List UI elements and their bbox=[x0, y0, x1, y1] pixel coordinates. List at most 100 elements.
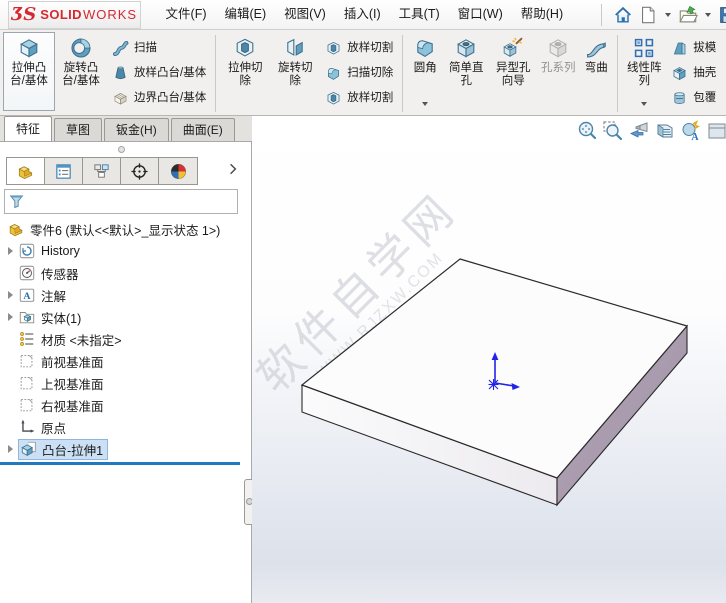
menu-bar: ƷS SOLID WORKS 文件(F) 编辑(E) 视图(V) 插入(I) 工… bbox=[0, 0, 726, 30]
menu-file[interactable]: 文件(F) bbox=[157, 0, 216, 29]
menu-help[interactable]: 帮助(H) bbox=[512, 0, 572, 29]
menu-tools[interactable]: 工具(T) bbox=[390, 0, 449, 29]
panel-tab-bar bbox=[6, 157, 198, 185]
graphics-viewport[interactable]: 软件自学网 WWW.RJZXW.COM bbox=[252, 116, 726, 603]
extruded-cut-button[interactable]: 拉伸切除 bbox=[220, 32, 270, 111]
lofted-cut-button[interactable]: 放样切割 bbox=[322, 36, 396, 60]
history-icon bbox=[18, 242, 36, 260]
home-button[interactable] bbox=[611, 3, 635, 27]
hole-wizard-icon bbox=[501, 36, 525, 60]
lofted-boss-icon bbox=[112, 65, 129, 82]
menu-insert[interactable]: 插入(I) bbox=[335, 0, 390, 29]
hole-series-label: 孔系列 bbox=[540, 62, 576, 74]
lofted-boss-button[interactable]: 放样凸台/基体 bbox=[109, 61, 209, 85]
expand-arrow-icon[interactable] bbox=[3, 445, 18, 453]
menu-window[interactable]: 窗口(W) bbox=[449, 0, 512, 29]
tab-surfaces[interactable]: 曲面(E) bbox=[170, 118, 235, 141]
tree-item-material[interactable]: 材质 <未指定> bbox=[0, 328, 249, 350]
panel-splitter-grip[interactable] bbox=[118, 146, 125, 153]
tree-item-label: 上视基准面 bbox=[41, 377, 104, 392]
tree-root-label: 零件6 (默认<<默认>_显示状态 1>) bbox=[30, 223, 221, 238]
expand-arrow-icon[interactable] bbox=[3, 291, 18, 299]
tree-item-front-plane[interactable]: 前视基准面 bbox=[0, 350, 249, 372]
swept-boss-label: 扫描 bbox=[134, 41, 157, 54]
fillet-label: 圆角 bbox=[413, 62, 437, 74]
tree-filter-input[interactable] bbox=[25, 191, 237, 212]
fillet-dropdown-caret-icon[interactable] bbox=[422, 102, 429, 106]
tree-item-solid-bodies[interactable]: 实体(1) bbox=[0, 306, 249, 328]
material-icon bbox=[18, 330, 36, 348]
hole-wizard-button[interactable]: 异型孔向导 bbox=[489, 32, 537, 111]
shell-button[interactable]: 抽壳 bbox=[668, 61, 719, 85]
tree-item-sensors[interactable]: 传感器 bbox=[0, 262, 249, 284]
tree-item-label: 注解 bbox=[41, 289, 67, 304]
property-list-icon bbox=[54, 162, 73, 181]
zoom-to-fit-icon[interactable] bbox=[576, 120, 598, 142]
simple-hole-icon bbox=[454, 36, 478, 60]
new-document-dropdown-caret-icon[interactable] bbox=[665, 12, 671, 17]
flex-button[interactable]: 弯曲 bbox=[579, 32, 613, 111]
revolved-cut-button[interactable]: 旋转切除 bbox=[270, 32, 320, 111]
boundary-boss-button[interactable]: 边界凸台/基体 bbox=[109, 86, 209, 110]
tree-item-origin[interactable]: 原点 bbox=[0, 416, 249, 438]
swept-cut-button[interactable]: 扫描切除 bbox=[322, 61, 396, 85]
tree-root-part[interactable]: 零件6 (默认<<默认>_显示状态 1>) bbox=[0, 218, 249, 240]
tab-features[interactable]: 特征 bbox=[4, 116, 53, 141]
feature-manager-tab[interactable] bbox=[7, 158, 45, 184]
expand-arrow-icon[interactable] bbox=[3, 313, 18, 321]
extruded-boss-button[interactable]: 拉伸凸台/基体 bbox=[3, 32, 55, 111]
linear-pattern-dropdown-caret-icon[interactable] bbox=[641, 102, 648, 106]
part-model-plate[interactable] bbox=[252, 116, 726, 603]
pin-menu-button[interactable] bbox=[572, 5, 592, 25]
open-button[interactable] bbox=[676, 3, 700, 27]
zoom-to-area-icon[interactable] bbox=[602, 120, 624, 142]
lofted-cut-button-2[interactable]: 放样切割 bbox=[322, 86, 396, 110]
edit-appearance-icon[interactable] bbox=[680, 120, 702, 142]
fillet-button[interactable]: 圆角 bbox=[407, 32, 443, 111]
linear-pattern-icon bbox=[632, 36, 656, 60]
new-document-button[interactable] bbox=[636, 3, 660, 27]
linear-pattern-button[interactable]: 线性阵列 bbox=[622, 32, 666, 111]
configuration-manager-tab[interactable] bbox=[83, 158, 121, 184]
wrap-label: 包覆 bbox=[693, 91, 717, 104]
dimxpert-manager-tab[interactable] bbox=[121, 158, 159, 184]
display-manager-tab[interactable] bbox=[159, 158, 197, 184]
draft-button[interactable]: 拔模 bbox=[668, 36, 719, 60]
expand-arrow-icon[interactable] bbox=[3, 247, 18, 255]
command-manager-tabs: 特征 草图 钣金(H) 曲面(E) bbox=[0, 116, 252, 141]
menu-edit[interactable]: 编辑(E) bbox=[216, 0, 276, 29]
previous-view-icon[interactable] bbox=[628, 120, 650, 142]
menu-view[interactable]: 视图(V) bbox=[275, 0, 335, 29]
logo-solid-text: SOLID bbox=[40, 7, 82, 22]
tree-item-right-plane[interactable]: 右视基准面 bbox=[0, 394, 249, 416]
tree-item-label: 原点 bbox=[41, 421, 67, 436]
revolved-boss-label: 旋转凸台/基体 bbox=[62, 62, 100, 87]
tab-surfaces-label: 曲面(E) bbox=[182, 123, 223, 137]
section-view-icon[interactable] bbox=[654, 120, 676, 142]
tree-item-annotations[interactable]: 注解 bbox=[0, 284, 249, 306]
property-manager-tab[interactable] bbox=[45, 158, 83, 184]
tree-item-top-plane[interactable]: 上视基准面 bbox=[0, 372, 249, 394]
revolved-boss-icon bbox=[69, 36, 93, 60]
tree-item-boss-extrude1[interactable]: 凸台-拉伸1 bbox=[0, 438, 249, 460]
boss-small-buttons: 扫描 放样凸台/基体 边界凸台/基体 bbox=[107, 32, 211, 115]
hole-wizard-label: 异型孔向导 bbox=[495, 62, 531, 87]
swept-cut-icon bbox=[325, 65, 342, 82]
display-color-wheel-icon bbox=[169, 162, 188, 181]
panel-flyout-chevron-icon[interactable] bbox=[225, 161, 241, 177]
tree-item-history[interactable]: History bbox=[0, 240, 249, 262]
swept-boss-button[interactable]: 扫描 bbox=[109, 36, 209, 60]
wrap-button[interactable]: 包覆 bbox=[668, 86, 719, 110]
save-button[interactable] bbox=[716, 3, 726, 27]
rollback-bar[interactable] bbox=[0, 462, 240, 465]
part-icon bbox=[7, 220, 25, 238]
open-dropdown-caret-icon[interactable] bbox=[705, 12, 711, 17]
apply-scene-icon[interactable] bbox=[706, 120, 726, 142]
boundary-boss-icon bbox=[112, 90, 129, 107]
revolved-boss-button[interactable]: 旋转凸台/基体 bbox=[55, 32, 107, 111]
tab-sketch[interactable]: 草图 bbox=[54, 118, 103, 141]
simple-hole-button[interactable]: 简单直孔 bbox=[443, 32, 489, 111]
mod-small-buttons: 拔模 抽壳 包覆 bbox=[666, 32, 721, 115]
tree-item-label: 前视基准面 bbox=[41, 355, 104, 370]
tab-sheet-metal[interactable]: 钣金(H) bbox=[104, 118, 169, 141]
